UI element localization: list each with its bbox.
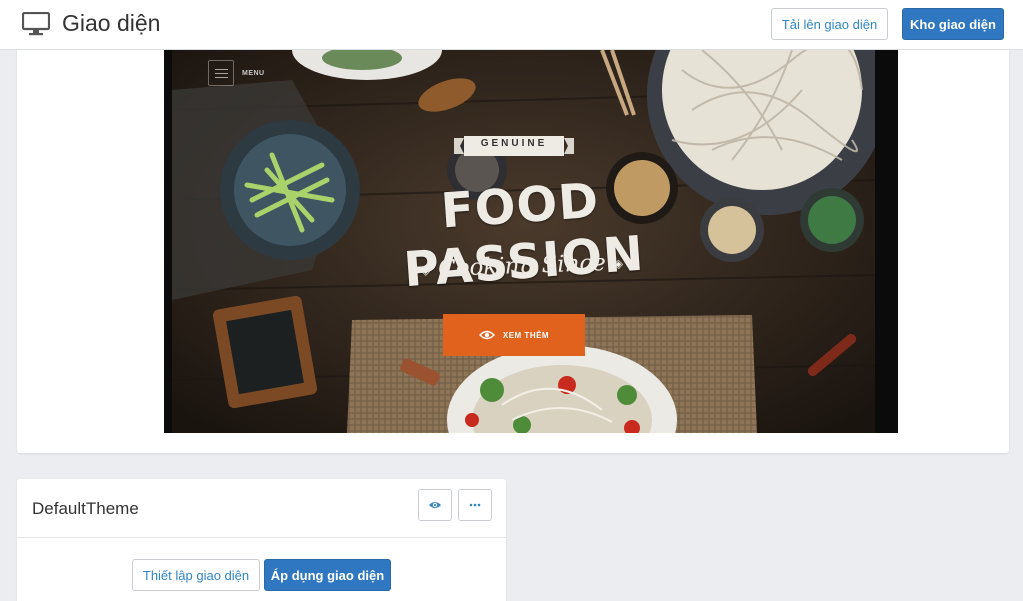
theme-card: DefaultTheme Thiết lập giao diện Áp dụng… [17, 479, 506, 601]
upload-theme-button[interactable]: Tải lên giao diện [771, 8, 888, 40]
diamond-icon: ◈ [613, 256, 624, 271]
page-title: Giao diện [62, 10, 161, 36]
theme-name: DefaultTheme [32, 499, 139, 518]
theme-settings-button[interactable]: Thiết lập giao diện [132, 559, 260, 591]
hamburger-icon[interactable] [208, 60, 234, 86]
top-header: Giao diện Tải lên giao diện Kho giao diệ… [0, 0, 1023, 50]
menu-label: MENU [242, 69, 265, 77]
monitor-icon [22, 12, 50, 36]
view-more-label: XEM THÊM [502, 330, 550, 340]
eye-icon [478, 330, 495, 340]
ellipsis-icon [469, 503, 481, 507]
more-options-button[interactable] [458, 489, 492, 521]
apply-theme-button[interactable]: Áp dụng giao diện [264, 559, 391, 591]
theme-preview-screen: MENU GENUINE FOOD PASSION ◈ Cooking Since… [172, 50, 875, 433]
theme-store-button[interactable]: Kho giao diện [902, 8, 1004, 40]
theme-preview-card: MENU GENUINE FOOD PASSION ◈ Cooking Since… [17, 50, 1009, 453]
preview-theme-button[interactable] [418, 489, 452, 521]
banner-label: GENUINE [480, 138, 548, 149]
theme-card-header: DefaultTheme [17, 479, 506, 538]
tablet-frame: MENU GENUINE FOOD PASSION ◈ Cooking Since… [164, 50, 898, 433]
diamond-icon: ◈ [420, 263, 431, 278]
eye-icon [429, 502, 441, 508]
hero-menu[interactable]: MENU [208, 60, 265, 86]
view-more-button[interactable]: XEM THÊM [443, 314, 585, 356]
